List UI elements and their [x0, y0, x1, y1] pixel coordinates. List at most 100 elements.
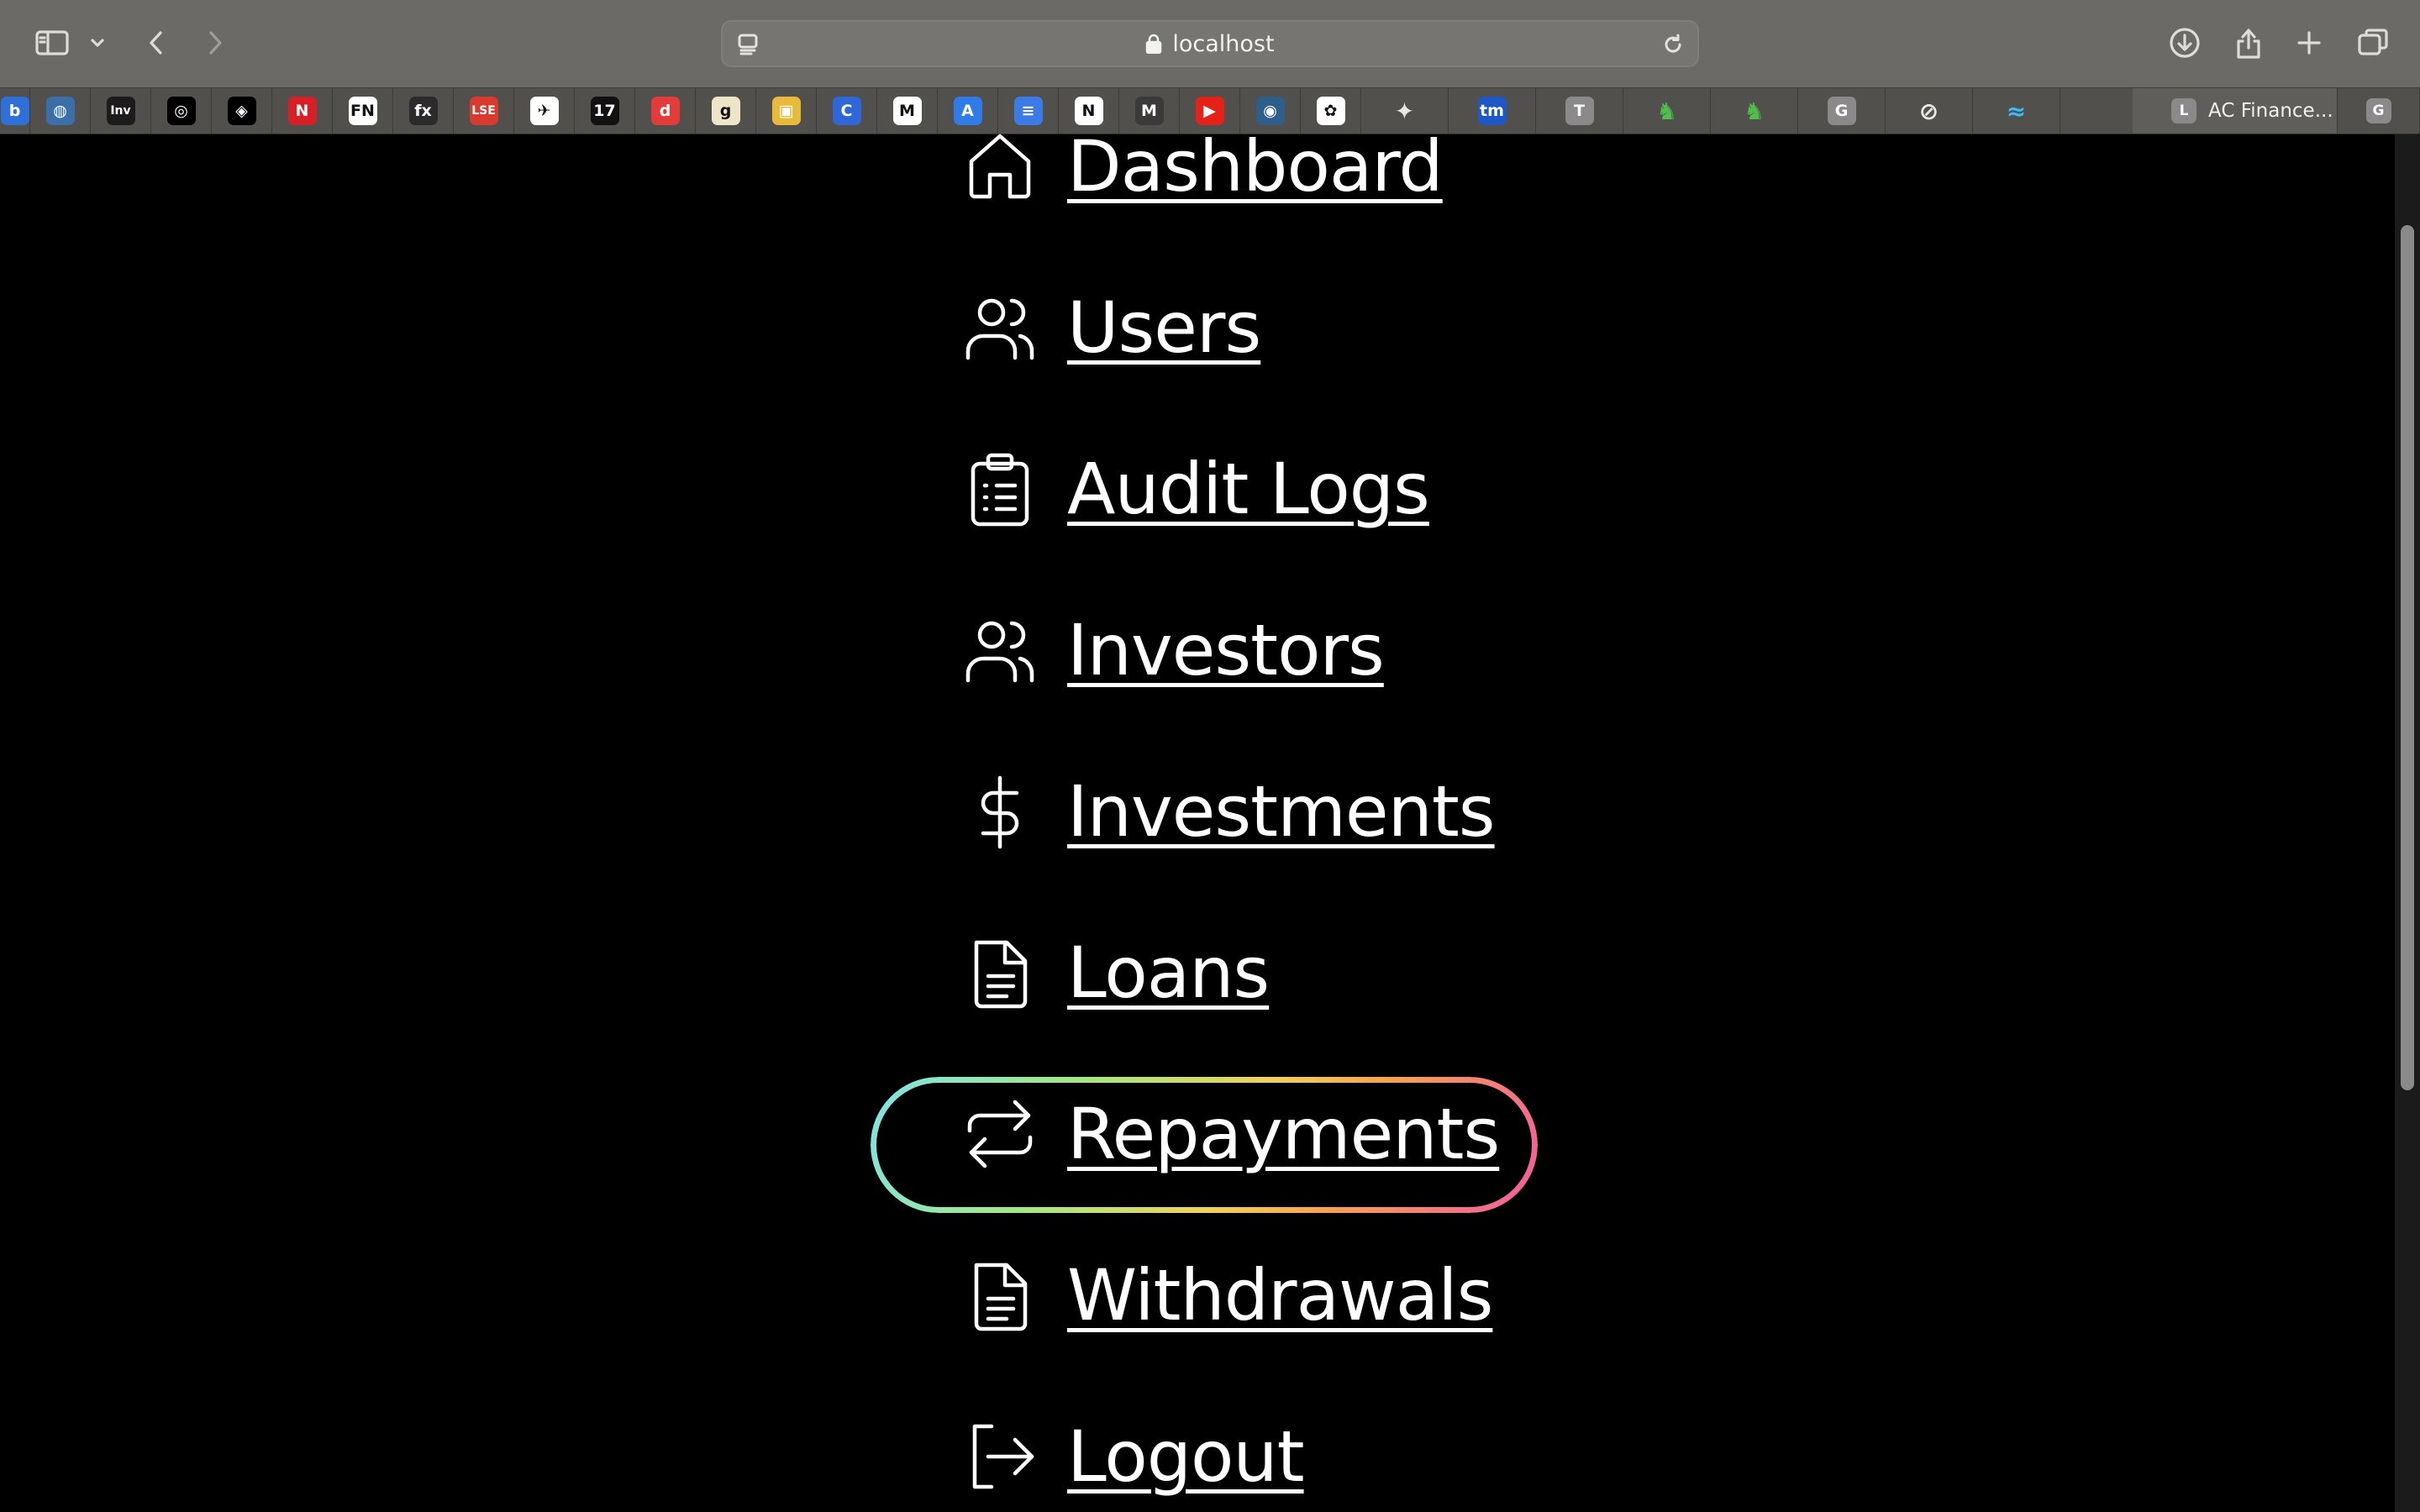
- bookmark-c[interactable]: C: [817, 88, 877, 134]
- clipboard-list-icon: [958, 447, 1042, 531]
- sidebar-icon: [35, 30, 69, 55]
- users-icon: [958, 608, 1042, 692]
- bookmark-netflix[interactable]: N: [272, 88, 333, 134]
- compass-diamond-icon: ◈: [227, 97, 256, 125]
- chevron-left-icon: [150, 31, 162, 55]
- g-icon: G: [2365, 98, 2391, 123]
- tab-active[interactable]: L AC Finance...: [2133, 88, 2338, 134]
- tab-other[interactable]: G: [2338, 88, 2420, 134]
- arrows-repeat-icon: [958, 1092, 1042, 1176]
- fn-icon: FN: [348, 97, 377, 125]
- bookmark-globe[interactable]: ◍: [30, 88, 91, 134]
- nav-item-withdrawals[interactable]: Withdrawals: [958, 1245, 1493, 1346]
- bird-icon: ✈: [529, 97, 559, 125]
- chevron-down-icon: [91, 39, 104, 47]
- g-icon: G: [1827, 97, 1856, 125]
- nav-item-investments[interactable]: Investments: [958, 761, 1496, 862]
- reload-icon[interactable]: [1660, 32, 1686, 61]
- nav-item-loans[interactable]: Loans: [958, 922, 1270, 1023]
- url-text: localhost: [1172, 30, 1275, 57]
- document-icon: [958, 1253, 1042, 1337]
- nav-item-repayments[interactable]: Repayments: [958, 1084, 1500, 1184]
- share-button[interactable]: [2230, 18, 2267, 67]
- bookmark-photo[interactable]: ▣: [756, 88, 817, 134]
- bookmark-gmail[interactable]: M: [877, 88, 938, 134]
- c-icon: C: [832, 97, 861, 125]
- nav-item-logout[interactable]: Logout: [958, 1406, 1305, 1507]
- nav-item-label: Dashboard: [1067, 125, 1444, 207]
- nav-item-audit-logs[interactable]: Audit Logs: [958, 438, 1430, 539]
- bookmark-t[interactable]: T: [1536, 88, 1623, 134]
- bookmark-horse[interactable]: ♞: [1623, 88, 1711, 134]
- nav-item-label: Repayments: [1067, 1093, 1500, 1175]
- bookmark-g[interactable]: G: [1798, 88, 1886, 134]
- nav-item-users[interactable]: Users: [958, 277, 1261, 378]
- bookmark-d[interactable]: d: [635, 88, 696, 134]
- download-icon: [2170, 28, 2200, 58]
- document-icon: [958, 931, 1042, 1015]
- tab-title: AC Finance...: [2208, 100, 2333, 122]
- bookmark-compass-diamond[interactable]: ◈: [212, 88, 272, 134]
- tradingview-icon: 17: [590, 97, 619, 125]
- bookmark-tradingview[interactable]: 17: [575, 88, 635, 134]
- bookmark-goodreads[interactable]: g: [696, 88, 756, 134]
- nav-item-label: Audit Logs: [1067, 448, 1430, 530]
- tm-icon: tm: [1477, 97, 1507, 125]
- safari-compass-icon: ⊘: [1918, 97, 1939, 125]
- gmail-icon: M: [892, 97, 922, 125]
- netflix-icon: N: [287, 97, 317, 125]
- nav-item-label: Investments: [1067, 770, 1496, 853]
- new-tab-button[interactable]: [2292, 18, 2326, 67]
- bookmark-fx[interactable]: fx: [393, 88, 454, 134]
- nav-item-label: Investors: [1067, 609, 1385, 691]
- robot-icon: ◎: [166, 97, 196, 125]
- nav-item-label: Users: [1067, 286, 1261, 369]
- tab-overview-button[interactable]: [2354, 18, 2391, 67]
- bookmark-fn[interactable]: FN: [333, 88, 393, 134]
- bookmark-bird[interactable]: ✈: [514, 88, 575, 134]
- nav-item-investors[interactable]: Investors: [958, 600, 1385, 701]
- photo-icon: ▣: [771, 97, 801, 125]
- downloads-button[interactable]: [2166, 18, 2203, 67]
- forward-button[interactable]: [198, 18, 232, 67]
- plus-icon: [2297, 31, 2321, 55]
- horse-icon: ♞: [1743, 97, 1765, 125]
- globe-icon: ◍: [45, 97, 75, 125]
- bookmark-robot[interactable]: ◎: [151, 88, 212, 134]
- bookmark-horse[interactable]: ♞: [1711, 88, 1798, 134]
- bookmark-safari-compass[interactable]: ⊘: [1886, 88, 1973, 134]
- goodreads-icon: g: [711, 97, 740, 125]
- horse-icon: ♞: [1655, 97, 1678, 125]
- bookmark-lse[interactable]: LSE: [454, 88, 514, 134]
- bookmark-tailwind[interactable]: ≈: [1973, 88, 2060, 134]
- fx-icon: fx: [408, 97, 438, 125]
- b-icon: b: [0, 97, 29, 125]
- bookmark-tm[interactable]: tm: [1449, 88, 1536, 134]
- url-display: localhost: [723, 22, 1697, 66]
- bookmark-investing[interactable]: Inv: [91, 88, 151, 134]
- t-icon: T: [1565, 97, 1594, 125]
- scrollbar-thumb[interactable]: [2401, 225, 2414, 1090]
- nav-item-label: Withdrawals: [1067, 1254, 1493, 1336]
- address-bar[interactable]: localhost: [721, 20, 1699, 67]
- nav-item-dashboard[interactable]: Dashboard: [958, 116, 1444, 217]
- users-icon: [958, 286, 1042, 370]
- main-navigation: Dashboard Users Audit Logs Investors Investm…: [0, 125, 2395, 1512]
- tailwind-icon: ≈: [2006, 97, 2027, 125]
- d-icon: d: [650, 97, 680, 125]
- back-button[interactable]: [139, 18, 173, 67]
- tab-favicon-icon: L: [2171, 98, 2196, 123]
- sidebar-toggle-button[interactable]: [32, 18, 72, 67]
- nav-item-label: Loans: [1067, 932, 1270, 1014]
- investing-icon: Inv: [106, 97, 135, 125]
- logout-icon: [958, 1415, 1042, 1499]
- chevron-right-icon: [209, 31, 222, 55]
- tabs-overview-icon: [2358, 29, 2388, 55]
- tab-group-menu-button[interactable]: [87, 18, 108, 67]
- lock-icon: [1146, 34, 1162, 54]
- nav-item-label: Logout: [1067, 1415, 1305, 1498]
- browser-toolbar: localhost: [0, 0, 2420, 87]
- share-icon: [2237, 29, 2260, 59]
- bookmark-b[interactable]: b: [0, 88, 30, 134]
- home-icon: [958, 124, 1042, 208]
